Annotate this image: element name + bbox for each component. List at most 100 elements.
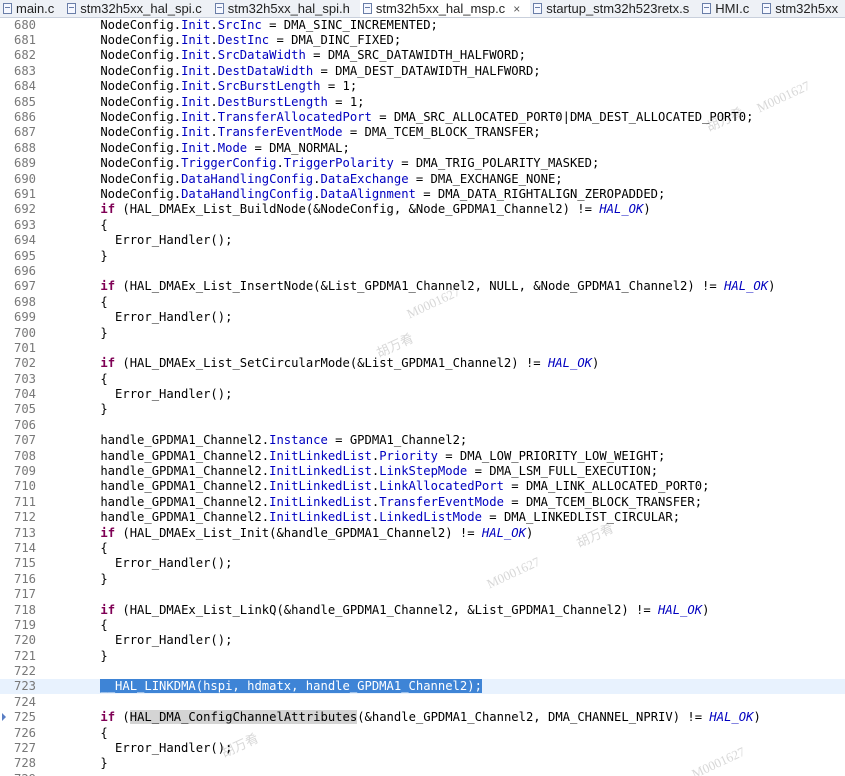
code-token: if bbox=[100, 202, 116, 217]
code-line[interactable]: 697 if (HAL_DMAEx_List_InsertNode(&List_… bbox=[0, 279, 845, 294]
code-text: if (HAL_DMAEx_List_Init(&handle_GPDMA1_C… bbox=[36, 526, 533, 540]
code-line[interactable]: 729 bbox=[0, 771, 845, 776]
code-line[interactable]: 720 Error_Handler(); bbox=[0, 633, 845, 648]
code-line[interactable]: 685 NodeConfig.Init.DestBurstLength = 1; bbox=[0, 94, 845, 109]
code-line[interactable]: 711 handle_GPDMA1_Channel2.InitLinkedLis… bbox=[0, 494, 845, 509]
tab-startup-stm32h523retx-s[interactable]: startup_stm32h523retx.s bbox=[530, 0, 699, 17]
code-text: handle_GPDMA1_Channel2.InitLinkedList.Li… bbox=[36, 479, 709, 493]
line-number: 724 bbox=[13, 694, 36, 709]
tab-hmi-c[interactable]: HMI.c bbox=[699, 0, 759, 17]
tab-label: main.c bbox=[16, 1, 55, 16]
code-token: handle_GPDMA1_Channel2. bbox=[71, 464, 270, 479]
code-line[interactable]: 681 NodeConfig.Init.DestInc = DMA_DINC_F… bbox=[0, 32, 845, 47]
code-token: NodeConfig. bbox=[71, 33, 182, 48]
line-number: 727 bbox=[13, 741, 36, 756]
code-text: Error_Handler(); bbox=[36, 633, 232, 647]
code-line[interactable]: 691 NodeConfig.DataHandlingConfig.DataAl… bbox=[0, 186, 845, 201]
code-line[interactable]: 706 bbox=[0, 417, 845, 432]
code-token: (HAL_DMAEx_List_BuildNode(&NodeConfig, &… bbox=[115, 202, 600, 217]
line-number: 717 bbox=[13, 587, 36, 602]
code-editor[interactable]: M0001627 胡万肴 M0001627 胡万肴 M0001627 胡万肴 M… bbox=[0, 17, 845, 776]
line-number: 726 bbox=[13, 725, 36, 740]
line-number: 718 bbox=[13, 602, 36, 617]
code-token: (HAL_DMAEx_List_LinkQ(&handle_GPDMA1_Cha… bbox=[115, 602, 659, 617]
code-line[interactable]: 724 bbox=[0, 694, 845, 709]
code-text: } bbox=[36, 756, 107, 770]
line-number: 716 bbox=[13, 571, 36, 586]
code-token: = DMA_EXCHANGE_NONE; bbox=[408, 171, 563, 186]
code-line[interactable]: 683 NodeConfig.Init.DestDataWidth = DMA_… bbox=[0, 63, 845, 78]
code-line[interactable]: 684 NodeConfig.Init.SrcBurstLength = 1; bbox=[0, 79, 845, 94]
tab-main-c[interactable]: main.c bbox=[0, 0, 64, 17]
code-line[interactable]: 686 NodeConfig.Init.TransferAllocatedPor… bbox=[0, 109, 845, 124]
code-line[interactable]: 689 NodeConfig.TriggerConfig.TriggerPola… bbox=[0, 156, 845, 171]
code-line[interactable]: 696 bbox=[0, 263, 845, 278]
code-token: DataHandlingConfig bbox=[181, 171, 314, 186]
code-token: DestBurstLength bbox=[217, 94, 328, 109]
code-token: Init bbox=[181, 63, 211, 78]
code-token: = DMA_DATA_RIGHTALIGN_ZEROPADDED; bbox=[415, 186, 666, 201]
code-line[interactable]: 692 if (HAL_DMAEx_List_BuildNode(&NodeCo… bbox=[0, 202, 845, 217]
code-line[interactable]: 726 { bbox=[0, 725, 845, 740]
code-line[interactable]: 713 if (HAL_DMAEx_List_Init(&handle_GPDM… bbox=[0, 525, 845, 540]
code-line[interactable]: 709 handle_GPDMA1_Channel2.InitLinkedLis… bbox=[0, 463, 845, 478]
tab-stm32h5xx[interactable]: stm32h5xx bbox=[759, 0, 845, 17]
code-line[interactable]: 719 { bbox=[0, 617, 845, 632]
close-icon[interactable]: × bbox=[513, 2, 520, 16]
code-line[interactable]: 704 Error_Handler(); bbox=[0, 386, 845, 401]
line-number: 686 bbox=[13, 110, 36, 125]
code-token: NodeConfig. bbox=[71, 140, 182, 155]
code-line[interactable]: 712 handle_GPDMA1_Channel2.InitLinkedLis… bbox=[0, 510, 845, 525]
code-line[interactable]: 721 } bbox=[0, 648, 845, 663]
code-line[interactable]: 725 if (HAL_DMA_ConfigChannelAttributes(… bbox=[0, 710, 845, 725]
code-line[interactable]: 687 NodeConfig.Init.TransferEventMode = … bbox=[0, 125, 845, 140]
code-line[interactable]: 707 handle_GPDMA1_Channel2.Instance = GP… bbox=[0, 433, 845, 448]
code-token: (HAL_DMAEx_List_Init(&handle_GPDMA1_Chan… bbox=[115, 525, 482, 540]
line-number: 694 bbox=[13, 233, 36, 248]
code-line[interactable]: 714 { bbox=[0, 540, 845, 555]
code-line[interactable]: 694 Error_Handler(); bbox=[0, 232, 845, 247]
code-line[interactable]: 690 NodeConfig.DataHandlingConfig.DataEx… bbox=[0, 171, 845, 186]
code-text: NodeConfig.Init.DestBurstLength = 1; bbox=[36, 94, 364, 109]
code-line[interactable]: 693 { bbox=[0, 217, 845, 232]
code-line[interactable]: 682 NodeConfig.Init.SrcDataWidth = DMA_S… bbox=[0, 48, 845, 63]
code-line[interactable]: 698 { bbox=[0, 294, 845, 309]
line-number: 702 bbox=[13, 356, 36, 371]
code-line[interactable]: 717 bbox=[0, 586, 845, 601]
line-number: 700 bbox=[13, 325, 36, 340]
line-number: 698 bbox=[13, 294, 36, 309]
editor-tab-bar: main.c stm32h5xx_hal_spi.c stm32h5xx_hal_s… bbox=[0, 0, 845, 18]
code-token: . bbox=[210, 17, 218, 32]
code-token: = GPDMA1_Channel2; bbox=[327, 433, 468, 448]
code-line[interactable]: 700 } bbox=[0, 325, 845, 340]
code-token: = DMA_LINKEDLIST_CIRCULAR; bbox=[481, 510, 681, 525]
tab-stm32h5xx-hal-msp-c[interactable]: stm32h5xx_hal_msp.c × bbox=[359, 0, 531, 17]
code-line[interactable]: 688 NodeConfig.Init.Mode = DMA_NORMAL; bbox=[0, 140, 845, 155]
code-line[interactable]: 722 bbox=[0, 663, 845, 678]
code-token: DataAlignment bbox=[320, 186, 416, 201]
code-token: LinkStepMode bbox=[379, 464, 468, 479]
code-line[interactable]: 728 } bbox=[0, 756, 845, 771]
code-line[interactable]: 701 bbox=[0, 340, 845, 355]
code-line[interactable]: 695 } bbox=[0, 248, 845, 263]
line-number: 690 bbox=[13, 171, 36, 186]
code-token: LinkedListMode bbox=[379, 510, 482, 525]
code-line[interactable]: 715 Error_Handler(); bbox=[0, 556, 845, 571]
code-line[interactable]: 723 __HAL_LINKDMA(hspi, hdmatx, handle_G… bbox=[0, 678, 845, 695]
code-token: } bbox=[71, 325, 108, 340]
code-line[interactable]: 718 if (HAL_DMAEx_List_LinkQ(&handle_GPD… bbox=[0, 602, 845, 617]
code-line[interactable]: 708 handle_GPDMA1_Channel2.InitLinkedLis… bbox=[0, 448, 845, 463]
code-line[interactable]: 705 } bbox=[0, 402, 845, 417]
code-line[interactable]: 699 Error_Handler(); bbox=[0, 309, 845, 324]
tab-stm32h5xx-hal-spi-h[interactable]: stm32h5xx_hal_spi.h bbox=[212, 0, 360, 17]
code-text: handle_GPDMA1_Channel2.InitLinkedList.Tr… bbox=[36, 495, 702, 509]
code-line[interactable]: 702 if (HAL_DMAEx_List_SetCircularMode(&… bbox=[0, 356, 845, 371]
code-line[interactable]: 680 NodeConfig.Init.SrcInc = DMA_SINC_IN… bbox=[0, 17, 845, 32]
code-line[interactable]: 727 Error_Handler(); bbox=[0, 740, 845, 755]
code-line[interactable]: 710 handle_GPDMA1_Channel2.InitLinkedLis… bbox=[0, 479, 845, 494]
tab-stm32h5xx-hal-spi-c[interactable]: stm32h5xx_hal_spi.c bbox=[64, 0, 211, 17]
code-line[interactable]: 703 { bbox=[0, 371, 845, 386]
code-line[interactable]: 716 } bbox=[0, 571, 845, 586]
